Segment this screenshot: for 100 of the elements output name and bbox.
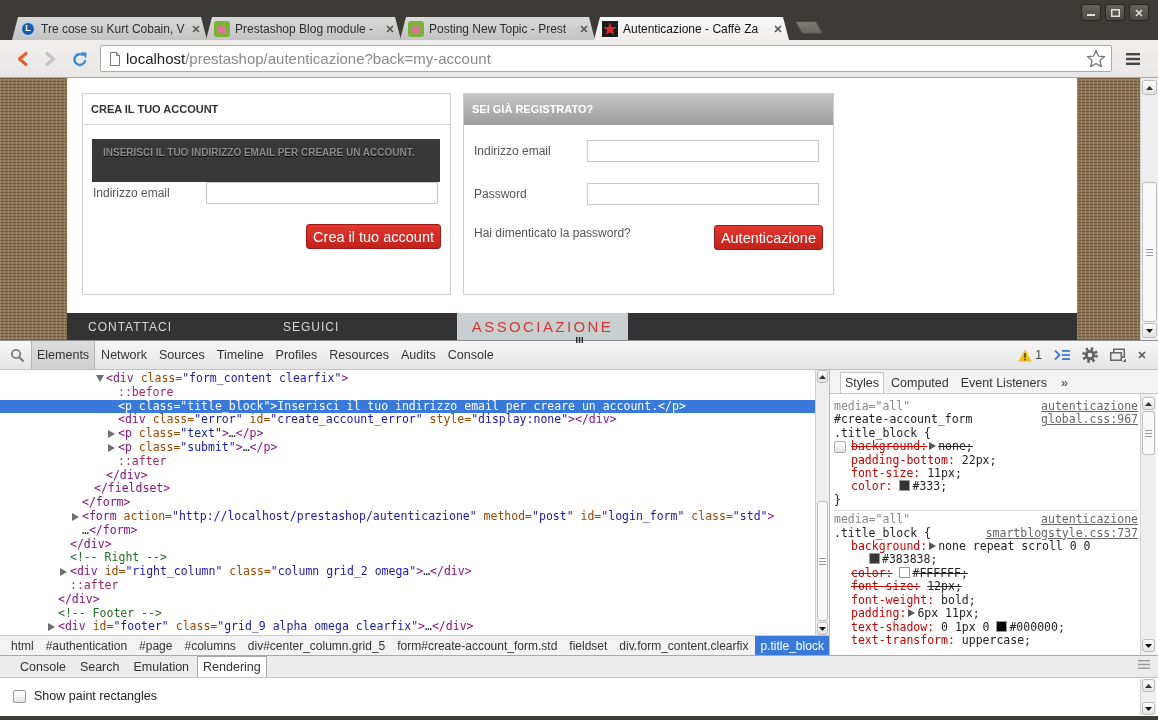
dom-node[interactable]: </div> [70,537,112,552]
breadcrumb[interactable]: #authentication [39,636,134,655]
drawer-tab[interactable]: Console [14,656,72,677]
dom-node[interactable]: <div class="form_content clearfix"> [106,372,349,386]
drawer-tab[interactable]: Search [73,656,126,677]
sidebar-tab[interactable]: Computed [886,372,954,393]
dom-node[interactable]: <form action="http://localhost/prestashop/autenticazione" method="post" id="login_form" class="std">…</form> [82,509,811,538]
dom-node[interactable]: <p class="text">…</p> [118,427,264,441]
sidebar-tab[interactable]: Styles [840,372,885,393]
panel-tab[interactable]: Network [95,341,153,369]
dom-node[interactable]: <p class="title_block">Inserisci il tuo indirizzo email per creare un account.</p> [118,399,686,414]
scroll-up-button[interactable] [1142,679,1155,692]
scroll-up-button[interactable] [1142,80,1157,95]
dom-node[interactable]: ::after [70,578,119,593]
email-input-field[interactable] [206,182,438,204]
scroll-down-button[interactable] [1142,639,1155,652]
right-triangle-icon[interactable] [108,443,115,452]
browser-tab[interactable]: Autenticazione - Caffè Za [594,17,789,40]
close-window-button[interactable] [1129,4,1149,21]
color-swatch-icon[interactable] [996,620,1008,632]
create-account-button[interactable]: Crea il tuo account [306,224,441,249]
dom-node[interactable]: <div class="error" id="create_account_error" style="display:none"></div> [118,413,617,428]
scrollbar-thumb[interactable] [1142,182,1157,322]
panel-tab[interactable]: Console [441,341,500,369]
scrollbar[interactable] [815,370,829,635]
browser-tab[interactable]: Posting New Topic - Prest [400,17,595,40]
dom-node[interactable]: </form> [82,496,131,510]
right-triangle-icon[interactable] [72,512,79,521]
source-link[interactable]: global.css:967 [1041,413,1138,427]
star-icon[interactable] [1086,48,1106,69]
scroll-down-button[interactable] [1142,702,1155,715]
dom-node[interactable]: ::after [118,454,167,469]
password-input-field[interactable] [587,183,819,205]
panel-tab[interactable]: Sources [152,341,211,369]
forgot-password-link[interactable]: Hai dimenticato la password? [474,225,631,240]
breadcrumb[interactable]: div#center_column.grid_5 [241,636,392,655]
minimize-button[interactable] [1081,4,1101,21]
dom-node[interactable]: ::before [118,385,174,400]
panel-tab[interactable]: Audits [395,341,442,369]
color-swatch-icon[interactable] [869,553,880,565]
breadcrumb[interactable]: div.form_content.clearfix [613,636,755,655]
panel-tab[interactable]: Profiles [269,341,324,369]
breadcrumb[interactable]: form#create-account_form.std [391,636,564,655]
breadcrumb[interactable]: #columns [178,636,242,655]
down-triangle-icon[interactable] [96,375,104,383]
dom-node[interactable]: <!-- Right --> [70,551,167,566]
more-tabs-button[interactable]: » [1055,372,1073,393]
search-icon[interactable] [10,348,24,362]
right-triangle-icon[interactable] [929,542,937,551]
close-icon[interactable] [774,24,782,33]
settings-icon[interactable] [1082,347,1098,363]
breadcrumb[interactable]: #page [133,636,179,655]
email-input-field[interactable] [587,140,819,162]
right-triangle-icon[interactable] [908,609,916,618]
panel-tab[interactable]: Elements [31,341,96,369]
source-link[interactable]: smartblogstyle.css:737 [985,526,1138,541]
scrollbar[interactable] [1140,78,1158,340]
browser-tab[interactable]: L Tre cose su Kurt Cobain, V [12,17,207,40]
dom-node[interactable]: </div> [58,592,100,607]
scrollbar[interactable] [1140,394,1156,655]
dom-node[interactable]: </fieldset> [94,482,171,497]
drag-handle-icon[interactable] [1138,659,1150,669]
warnings-button[interactable]: 1 [1018,348,1042,362]
dom-node[interactable]: <div id="right_column" class="column grid_2 omega">…</div> [70,565,472,579]
scroll-down-button[interactable] [1142,323,1157,338]
browser-tab[interactable]: Prestashop Blog module - [206,17,401,40]
breadcrumb[interactable]: html [5,636,40,655]
maximize-button[interactable] [1105,4,1125,21]
address-bar[interactable]: localhost/prestashop/autenticazione?back=my-account [100,45,1112,72]
drawer-tab[interactable]: Rendering [197,656,267,677]
source-link[interactable]: autenticazione [1041,400,1138,414]
color-swatch-icon[interactable] [899,566,911,578]
sidebar-tab[interactable]: Event Listeners [955,372,1052,393]
breadcrumb[interactable]: fieldset [563,636,614,655]
panel-tab[interactable]: Resources [323,341,396,369]
right-triangle-icon[interactable] [48,623,55,632]
overlapping-windows-icon[interactable] [1110,348,1126,362]
breadcrumb[interactable]: p.title_block [754,636,830,655]
right-triangle-icon[interactable] [60,568,67,577]
checkbox[interactable] [13,689,26,703]
source-link[interactable]: autenticazione [1041,513,1138,527]
color-swatch-icon[interactable] [899,480,911,492]
close-icon[interactable] [1138,351,1146,359]
scroll-up-button[interactable] [1142,397,1155,410]
dom-node[interactable]: <div id="footer" class="grid_9 alpha omega clearfix">…</div> [58,620,474,635]
right-triangle-icon[interactable] [108,430,115,439]
drawer-tab[interactable]: Emulation [127,656,196,677]
scroll-down-button[interactable] [817,622,828,635]
login-button[interactable]: Autenticazione [713,225,823,250]
dom-node[interactable]: <p class="submit">…</p> [118,441,278,455]
chevron-lines-icon[interactable] [1054,349,1070,361]
dom-node[interactable]: <!-- Footer --> [58,606,162,621]
scrollbar-thumb[interactable] [1142,411,1155,455]
scrollbar[interactable] [1140,679,1156,715]
scroll-up-button[interactable] [817,370,828,383]
dom-node[interactable]: </div> [106,468,148,483]
panel-tab[interactable]: Timeline [210,341,270,369]
close-icon[interactable] [192,24,200,33]
close-icon[interactable] [386,24,394,33]
close-icon[interactable] [580,24,588,33]
